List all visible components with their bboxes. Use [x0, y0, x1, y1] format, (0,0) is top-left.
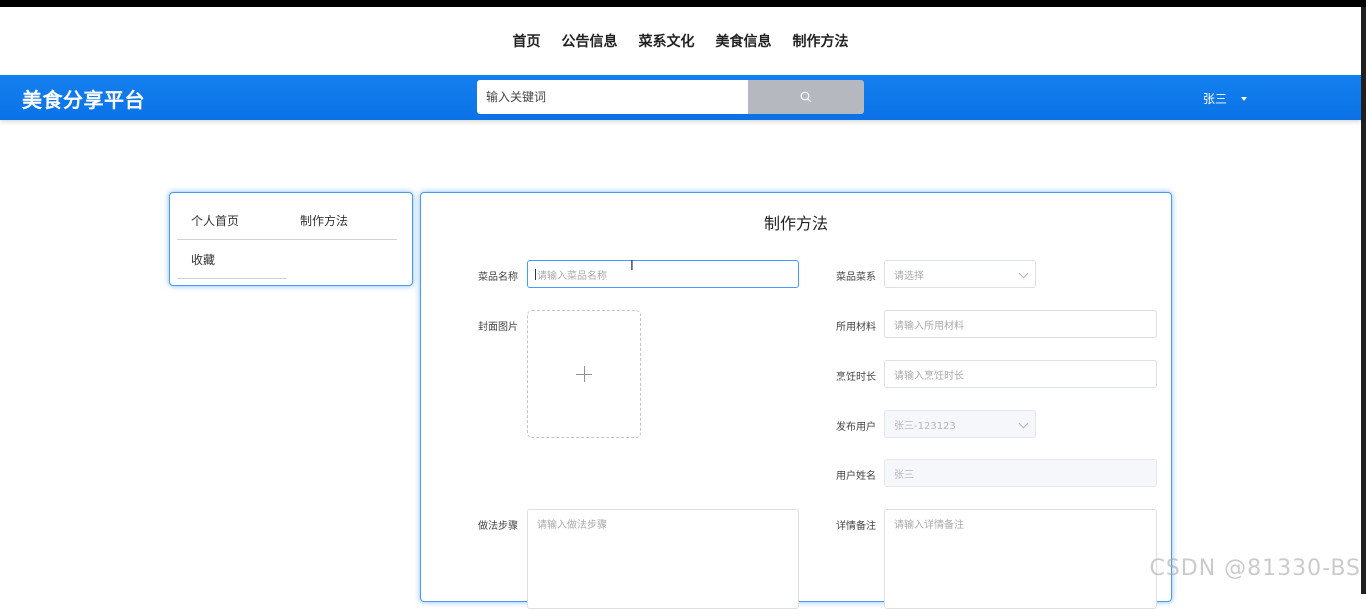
nav-recipes[interactable]: 制作方法 — [793, 31, 849, 51]
cover-label: 封面图片 — [478, 322, 518, 333]
window-top-bar — [0, 0, 1366, 7]
user-menu[interactable]: 张三 — [1203, 90, 1248, 107]
sidebar-divider — [177, 278, 287, 279]
search-icon — [800, 91, 812, 103]
materials-input[interactable]: 请输入所用材料 — [884, 310, 1157, 338]
sidebar-item-recipes[interactable]: 制作方法 — [300, 212, 348, 229]
user-name-input: 张三 — [884, 459, 1157, 487]
user-name-label: 用户姓名 — [836, 471, 876, 482]
cover-upload[interactable] — [527, 310, 641, 438]
materials-label: 所用材料 — [836, 322, 876, 333]
cook-time-input[interactable]: 请输入烹饪时长 — [884, 360, 1157, 388]
watermark: CSDN @81330-BS — [1149, 556, 1361, 581]
nav-food-info[interactable]: 美食信息 — [716, 31, 772, 51]
remarks-placeholder: 请输入详情备注 — [894, 520, 964, 531]
remarks-label: 详情备注 — [836, 521, 876, 532]
nav-home[interactable]: 首页 — [513, 31, 541, 51]
form-title: 制作方法 — [763, 214, 828, 233]
publisher-value: 张三-123123 — [894, 420, 956, 432]
dish-name-placeholder: 请输入菜品名称 — [537, 270, 607, 282]
recipe-form-card: 制作方法 菜品名称 请输入菜品名称 I 菜品菜系 请选择 封面图片 所用材料 请… — [420, 192, 1172, 609]
search-input[interactable] — [477, 80, 748, 114]
mouse-ibeam-cursor: I — [630, 259, 634, 274]
sidebar-item-profile[interactable]: 个人首页 — [191, 212, 239, 229]
sidebar-item-favorites[interactable]: 收藏 — [191, 251, 215, 268]
steps-placeholder: 请输入做法步骤 — [537, 520, 607, 531]
cook-time-label: 烹饪时长 — [836, 372, 876, 383]
cook-time-placeholder: 请输入烹饪时长 — [894, 370, 964, 382]
remarks-textarea[interactable]: 请输入详情备注 — [884, 509, 1157, 609]
cuisine-select[interactable]: 请选择 — [884, 260, 1036, 288]
steps-textarea[interactable]: 请输入做法步骤 — [527, 509, 799, 609]
chevron-down-icon — [1018, 268, 1029, 279]
scrollbar[interactable] — [1361, 7, 1366, 594]
search-button[interactable] — [748, 80, 864, 114]
chevron-down-icon — [1018, 418, 1029, 429]
cuisine-placeholder: 请选择 — [894, 270, 924, 282]
cuisine-label: 菜品菜系 — [836, 272, 876, 283]
top-nav: 首页 公告信息 菜系文化 美食信息 制作方法 — [0, 7, 1361, 75]
text-caret — [535, 269, 536, 280]
header-bar: 美食分享平台 张三 — [0, 75, 1361, 120]
publisher-label: 发布用户 — [836, 422, 876, 433]
brand-title[interactable]: 美食分享平台 — [22, 84, 145, 113]
dish-name-input[interactable]: 请输入菜品名称 — [527, 260, 799, 288]
dish-name-label: 菜品名称 — [478, 272, 518, 283]
search-box — [477, 80, 864, 114]
steps-label: 做法步骤 — [478, 521, 518, 532]
user-name: 张三 — [1203, 92, 1228, 106]
publisher-select: 张三-123123 — [884, 410, 1036, 438]
materials-placeholder: 请输入所用材料 — [894, 320, 964, 332]
user-name-value: 张三 — [894, 469, 914, 481]
sidebar-menu: 个人首页 制作方法 收藏 — [169, 192, 413, 286]
caret-down-icon — [1241, 96, 1248, 101]
sidebar-divider — [177, 239, 397, 240]
nav-announcements[interactable]: 公告信息 — [562, 31, 618, 51]
nav-cuisine-culture[interactable]: 菜系文化 — [639, 31, 695, 51]
